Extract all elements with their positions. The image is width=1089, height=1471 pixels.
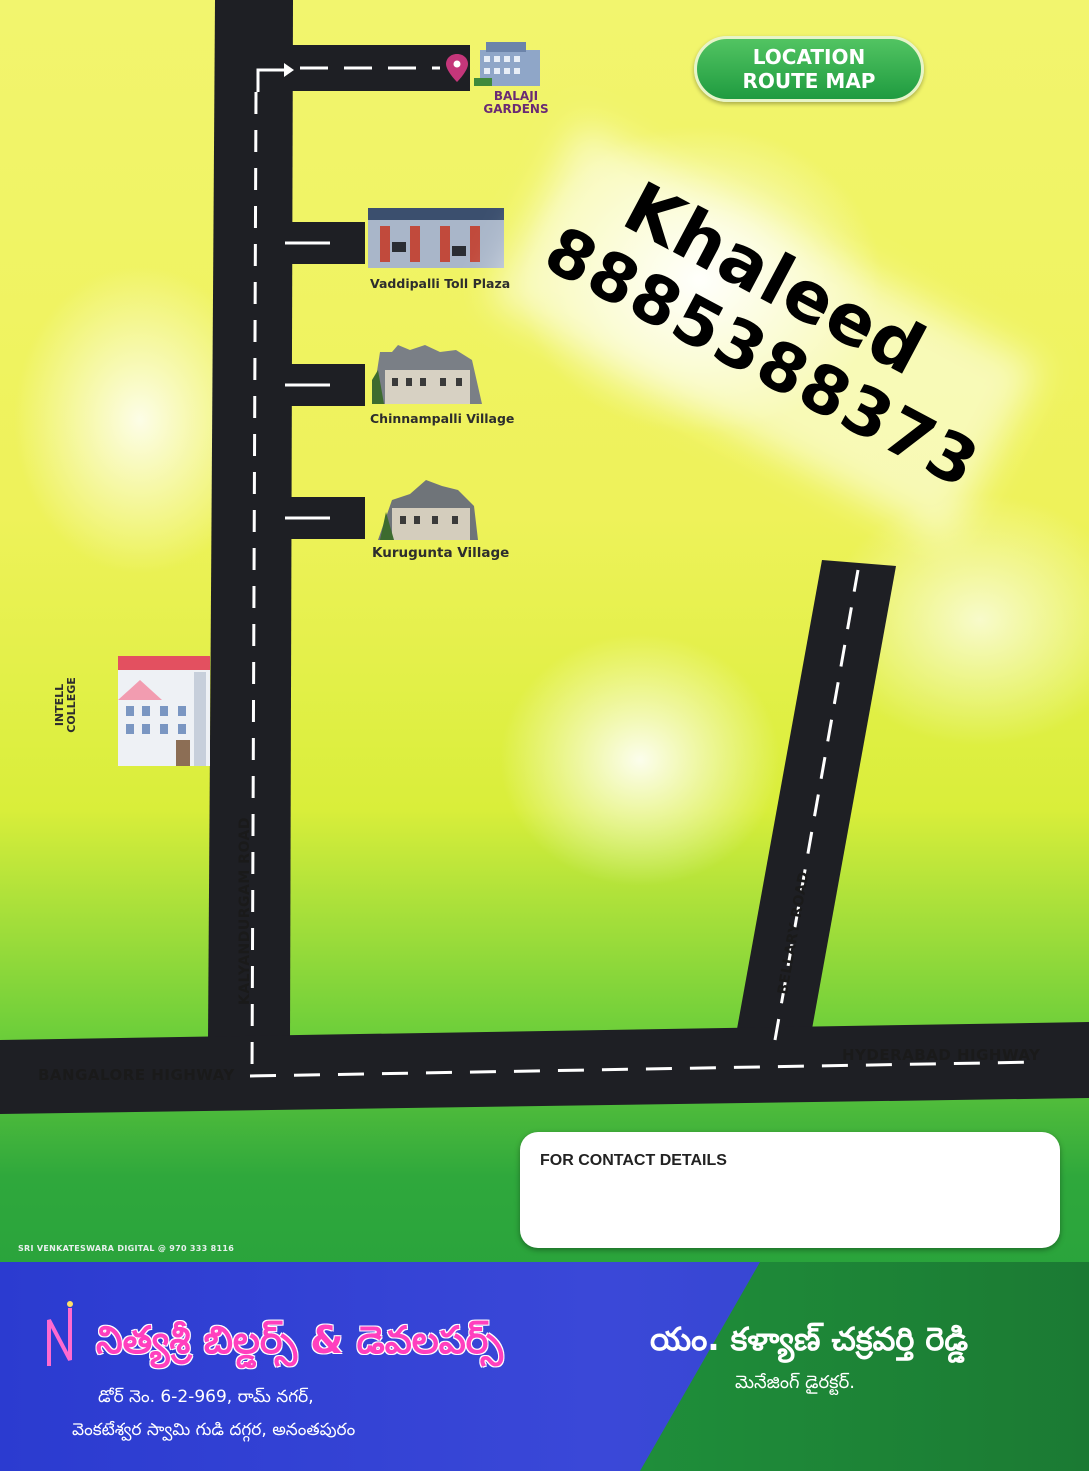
destination-label: BALAJI GARDENS [483, 89, 549, 116]
route-map-badge: LOCATION ROUTE MAP [694, 36, 924, 102]
contact-title: FOR CONTACT DETAILS [540, 1152, 727, 1169]
address-line2: వెంకటేశ్వర స్వామి గుడి దగ్గర, అనంతపురం [72, 1420, 356, 1440]
village-icon-kurugunta [378, 480, 478, 540]
printer-credit: SRI VENKATESWARA DIGITAL @ 970 333 8116 [18, 1244, 235, 1253]
toll-plaza-icon [368, 208, 504, 268]
college-icon [118, 656, 210, 766]
kalyandurgam-road-label: KALYANDURGAM ROAD [237, 817, 253, 1005]
contact-box: FOR CONTACT DETAILS [520, 1132, 1060, 1248]
bangalore-highway-label: BANGALORE HIGHWAY [38, 1066, 235, 1084]
route-map-poster: LOCATION ROUTE MAP Khaleed 8885388373 BA… [0, 0, 1089, 1471]
brand-name: నిత్యశ్రీ బిల్డర్స్ & డెవలపర్స్ [96, 1318, 503, 1362]
village1-label: Chinnampalli Village [370, 411, 515, 426]
bellary-road [735, 560, 896, 1040]
brand-logo-icon [46, 1300, 76, 1370]
village2-label: Kurugunta Village [372, 545, 510, 561]
toll-label: Vaddipalli Toll Plaza [370, 276, 511, 291]
managing-director-name: యం. కళ్యాణ్ చక్రవర్తి రెడ్డి [650, 1320, 969, 1358]
badge-line1: LOCATION [752, 45, 866, 69]
address-line1: డోర్ నెం. 6-2-969, రామ్ నగర్, [98, 1387, 314, 1407]
badge-line2: ROUTE MAP [742, 69, 876, 93]
building-icon [474, 42, 540, 86]
managing-director-title: మెనేజింగ్ డైరక్టర్. [735, 1372, 855, 1393]
college-label: INTELL COLLEGE [53, 677, 78, 733]
hyderabad-highway-label: HYDERABAD HIGHWAY [842, 1046, 1041, 1064]
